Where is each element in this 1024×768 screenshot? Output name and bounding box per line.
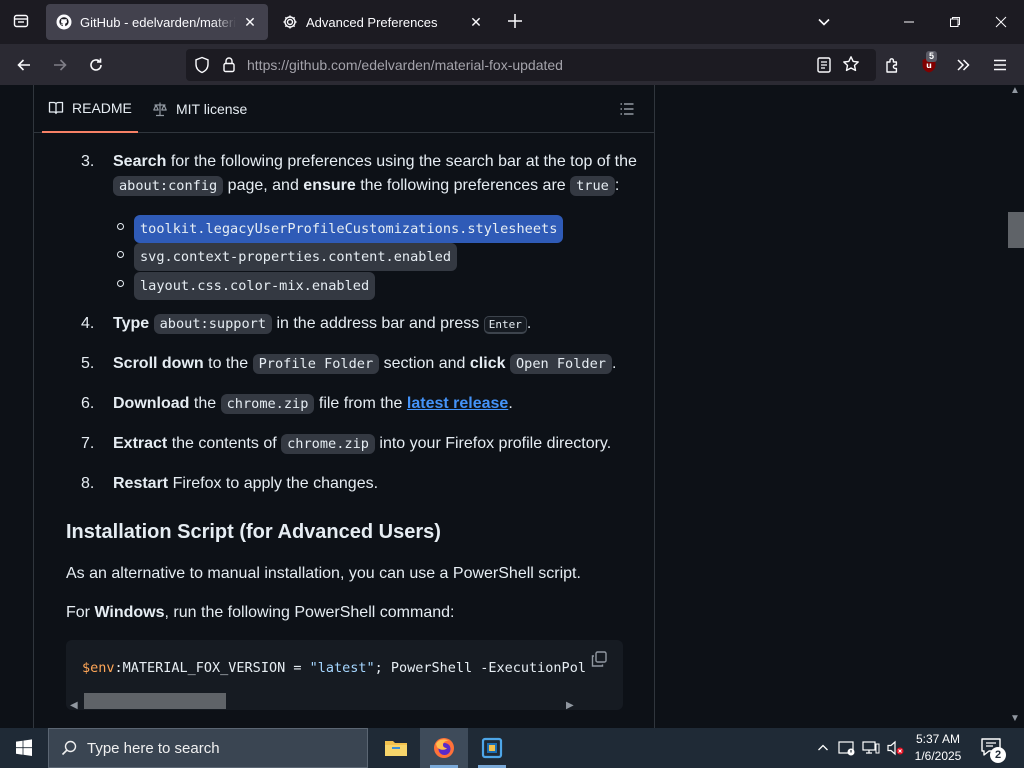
scroll-down-arrow-icon[interactable]: ▼ — [1010, 713, 1020, 724]
notification-count-badge: 2 — [990, 747, 1006, 763]
inline-code: Open Folder — [509, 354, 612, 374]
reload-button[interactable] — [81, 50, 111, 80]
paragraph: For Windows, run the following PowerShel… — [66, 604, 455, 621]
speaker-muted-icon[interactable] — [884, 728, 906, 768]
tab-advanced-preferences[interactable]: Advanced Preferences ✕ — [272, 4, 494, 40]
page-vertical-scrollbar[interactable]: ▲ ▼ — [1006, 85, 1024, 728]
search-icon — [61, 740, 77, 756]
step-text: Type about:support in the address bar an… — [113, 314, 532, 334]
extensions-puzzle-icon[interactable] — [878, 50, 908, 80]
address-bar[interactable]: https://github.com/edelvarden/material-f… — [186, 49, 876, 81]
step-text: Download the chrome.zip file from the la… — [113, 394, 513, 414]
enter-key: Enter — [483, 316, 527, 334]
inline-code: chrome.zip — [281, 434, 375, 454]
show-hidden-icons-chevron-icon[interactable] — [812, 728, 834, 768]
tracking-protection-shield-icon[interactable] — [194, 56, 210, 79]
law-scale-icon — [153, 102, 167, 117]
back-button[interactable] — [9, 50, 39, 80]
github-icon — [56, 14, 72, 30]
tab-strip: GitHub - edelvarden/material-fox-updated… — [0, 0, 1024, 44]
pref-code: svg.context-properties.content.enabled — [134, 243, 457, 271]
system-clock[interactable]: 5:37 AM 1/6/2025 — [906, 731, 970, 765]
page-content: README MIT license 3. Search for the fol… — [0, 85, 1024, 728]
inline-code: about:support — [153, 314, 273, 334]
step-text: Search for the following preferences usi… — [113, 153, 637, 196]
close-window-icon[interactable] — [978, 0, 1024, 44]
lock-icon[interactable] — [222, 56, 236, 79]
code-horizontal-scrollbar[interactable]: ◀ ▶ — [66, 690, 623, 710]
bullet — [117, 223, 124, 230]
security-warning-icon[interactable] — [836, 728, 858, 768]
inline-code: true — [570, 176, 615, 196]
tab-readme-label: README — [72, 100, 132, 116]
firefox-view-icon[interactable] — [8, 8, 34, 34]
inline-code: Profile Folder — [252, 354, 380, 374]
step-text: Scroll down to the Profile Folder sectio… — [113, 354, 617, 374]
close-tab-icon[interactable]: ✕ — [468, 14, 484, 30]
new-tab-button[interactable] — [503, 9, 527, 33]
selected-pref-code: toolkit.legacyUserProfileCustomizations.… — [134, 215, 564, 243]
scroll-up-arrow-icon[interactable]: ▲ — [1010, 85, 1020, 96]
file-explorer-icon[interactable] — [372, 728, 420, 768]
tab-readme[interactable]: README — [42, 85, 138, 133]
book-icon — [48, 101, 64, 115]
section-heading: Installation Script (for Advanced Users) — [66, 521, 441, 543]
bookmark-star-icon[interactable] — [842, 55, 860, 78]
list-all-tabs-chevron-icon[interactable] — [812, 10, 836, 34]
tab-license[interactable]: MIT license — [152, 85, 247, 133]
step-text: Restart Firefox to apply the changes. — [113, 475, 379, 492]
minimize-icon[interactable] — [886, 0, 932, 44]
navigation-toolbar: https://github.com/edelvarden/material-f… — [0, 44, 1024, 85]
latest-release-link[interactable]: latest release — [407, 395, 508, 412]
inline-code: chrome.zip — [220, 394, 315, 414]
bullet — [117, 251, 124, 258]
bullet — [117, 280, 124, 287]
readme-container: README MIT license 3. Search for the fol… — [33, 85, 655, 728]
tab-github[interactable]: GitHub - edelvarden/material-fox-updated… — [46, 4, 268, 40]
tab-title: GitHub - edelvarden/material-fox-updated — [80, 14, 236, 30]
scroll-left-arrow-icon[interactable]: ◀ — [70, 694, 78, 710]
table-of-contents-icon[interactable] — [619, 101, 635, 122]
virtualbox-icon[interactable] — [468, 728, 516, 768]
scrollbar-thumb[interactable] — [84, 693, 226, 709]
readme-header: README MIT license — [34, 85, 654, 133]
taskbar-search-input[interactable]: Type here to search — [48, 728, 368, 768]
scroll-right-arrow-icon[interactable]: ▶ — [566, 694, 574, 710]
step-text: Extract the contents of chrome.zip into … — [113, 434, 612, 454]
forward-button[interactable] — [45, 50, 75, 80]
code-block[interactable]: $env:MATERIAL_FOX_VERSION = "latest"; Po… — [66, 640, 623, 710]
svg-text:u: u — [926, 61, 932, 70]
reader-view-icon[interactable] — [816, 56, 832, 79]
url-text[interactable]: https://github.com/edelvarden/material-f… — [247, 57, 563, 73]
paragraph: As an alternative to manual installation… — [66, 565, 581, 582]
gear-icon — [282, 14, 298, 30]
pref-code: layout.css.color-mix.enabled — [134, 272, 376, 300]
code-line: $env:MATERIAL_FOX_VERSION = "latest"; Po… — [82, 660, 586, 676]
taskbar: Type here to search 5:37 AM 1/6/2025 2 — [0, 728, 1024, 768]
tab-license-label: MIT license — [176, 101, 248, 117]
clock-time: 5:37 AM — [915, 732, 961, 746]
clock-date: 1/6/2025 — [914, 749, 962, 763]
ublock-blocked-count-badge: 5 — [926, 51, 938, 62]
firefox-taskbar-icon[interactable] — [420, 728, 468, 768]
inline-code: about:config — [113, 176, 224, 196]
scrollbar-thumb[interactable] — [1008, 212, 1024, 248]
close-tab-icon[interactable]: ✕ — [242, 14, 258, 30]
overflow-chevrons-icon[interactable] — [948, 50, 978, 80]
search-placeholder: Type here to search — [87, 739, 220, 757]
windows-start-icon[interactable] — [0, 728, 48, 768]
network-icon[interactable] — [860, 728, 882, 768]
restore-icon[interactable] — [932, 0, 978, 44]
copy-icon[interactable] — [590, 650, 610, 670]
hamburger-menu-icon[interactable] — [985, 50, 1015, 80]
tab-title: Advanced Preferences — [306, 14, 438, 30]
